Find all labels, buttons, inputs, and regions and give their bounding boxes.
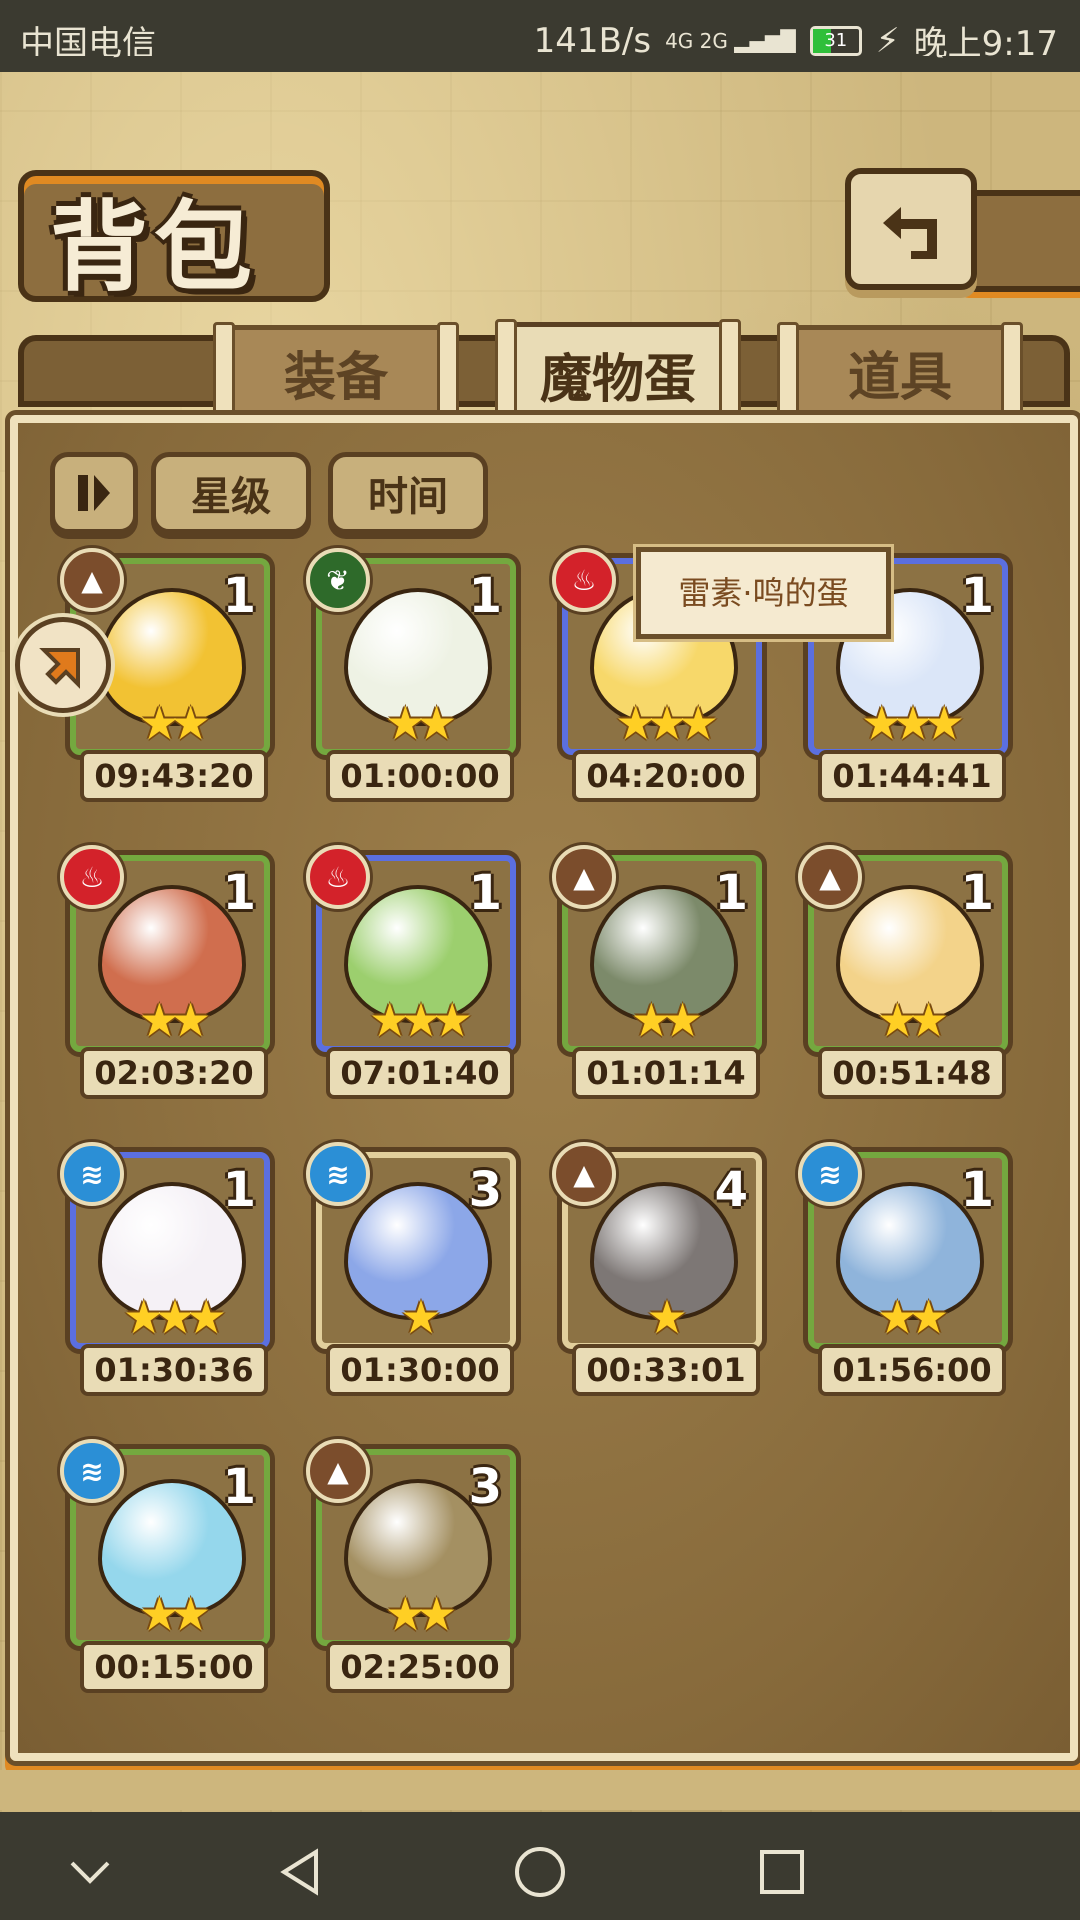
arrow-badge-icon — [39, 648, 80, 689]
side-arrow-button[interactable] — [15, 617, 111, 713]
return-arrow-icon — [883, 207, 937, 259]
tab-equipment[interactable]: 装备 — [213, 322, 459, 428]
tab-items[interactable]: 道具 — [777, 322, 1023, 428]
mountain-icon: ▲ — [552, 845, 616, 909]
hatch-timer: 09:43:20 — [80, 750, 268, 802]
hatch-timer: 02:03:20 — [80, 1047, 268, 1099]
sort-by-star-button[interactable]: 星级 — [151, 452, 311, 534]
egg-card[interactable]: ≋ 3 ★ 01:30:00 — [306, 1142, 516, 1396]
egg-card[interactable]: ♨ 1 ★★ 02:03:20 — [60, 845, 270, 1099]
egg-card[interactable]: ▲ 1 ★★ 01:01:14 — [552, 845, 762, 1099]
waves-icon: ≋ — [306, 1142, 370, 1206]
hatch-timer: 00:33:01 — [572, 1344, 760, 1396]
leaf-icon: ❦ — [306, 548, 370, 612]
egg-count: 3 — [468, 1459, 502, 1515]
mountain-icon: ▲ — [552, 1142, 616, 1206]
hatch-timer: 01:44:41 — [818, 750, 1006, 802]
hatch-timer: 04:20:00 — [572, 750, 760, 802]
charging-icon: ⚡ — [875, 20, 900, 61]
signal-icon: 4G 2G ▂▄▆█ — [665, 28, 796, 53]
egg-card[interactable]: ▲ 3 ★★ 02:25:00 — [306, 1439, 516, 1693]
star-rating: ★ — [400, 1290, 441, 1344]
hatch-timer: 01:01:14 — [572, 1047, 760, 1099]
bottom-map-strip — [0, 1770, 1080, 1810]
egg-count: 1 — [222, 568, 256, 624]
egg-card[interactable]: ▲ 1 ★★ 00:51:48 — [798, 845, 1008, 1099]
egg-count: 1 — [222, 1459, 256, 1515]
system-nav-bar — [0, 1812, 1080, 1920]
waves-icon: ≋ — [60, 1142, 124, 1206]
star-rating: ★★ — [138, 1587, 211, 1641]
egg-name-tooltip: 雷素·鸣的蛋 — [633, 544, 894, 642]
hatch-timer: 01:30:00 — [326, 1344, 514, 1396]
sort-time-label: 时间 — [368, 474, 448, 520]
star-rating: ★★ — [630, 993, 703, 1047]
egg-card[interactable]: ♨ 1 ★★★ 07:01:40 — [306, 845, 516, 1099]
waves-icon: ≋ — [798, 1142, 862, 1206]
star-rating: ★★★ — [615, 696, 719, 750]
mountain-icon: ▲ — [798, 845, 862, 909]
hatch-timer: 07:01:40 — [326, 1047, 514, 1099]
mountain-icon: ▲ — [60, 548, 124, 612]
hatch-timer: 02:25:00 — [326, 1641, 514, 1693]
chevron-down-icon[interactable] — [60, 1842, 120, 1902]
egg-card[interactable]: ≋ 1 ★★ 01:56:00 — [798, 1142, 1008, 1396]
waves-icon: ≋ — [60, 1439, 124, 1503]
tab-label: 道具 — [847, 348, 952, 408]
tab-label: 魔物蛋 — [539, 350, 696, 410]
flame-icon: ♨ — [60, 845, 124, 909]
home-circle-icon[interactable] — [510, 1842, 570, 1902]
star-rating: ★ — [646, 1290, 687, 1344]
star-rating: ★★ — [384, 696, 457, 750]
star-rating: ★★ — [138, 696, 211, 750]
egg-card[interactable]: ≋ 1 ★★ 00:15:00 — [60, 1439, 270, 1693]
star-rating: ★★ — [138, 993, 211, 1047]
back-button[interactable] — [845, 168, 977, 290]
hatch-timer: 01:56:00 — [818, 1344, 1006, 1396]
star-rating: ★★ — [384, 1587, 457, 1641]
hatch-timer: 00:51:48 — [818, 1047, 1006, 1099]
egg-count: 1 — [960, 568, 994, 624]
back-triangle-icon[interactable] — [270, 1842, 330, 1902]
sort-order-toggle[interactable] — [50, 452, 138, 534]
star-rating: ★★ — [876, 1290, 949, 1344]
hatch-timer: 00:15:00 — [80, 1641, 268, 1693]
egg-count: 1 — [222, 1162, 256, 1218]
hatch-timer: 01:00:00 — [326, 750, 514, 802]
network-type: 4G 2G — [665, 28, 728, 53]
egg-card[interactable]: ▲ 4 ★ 00:33:01 — [552, 1142, 762, 1396]
tab-label: 装备 — [283, 348, 388, 408]
page-title: 背包 — [50, 191, 259, 305]
egg-count: 1 — [468, 865, 502, 921]
egg-count: 3 — [468, 1162, 502, 1218]
mountain-icon: ▲ — [306, 1439, 370, 1503]
network-speed: 141B/s — [533, 20, 652, 61]
battery-icon: 31 — [809, 25, 862, 56]
egg-count: 1 — [960, 1162, 994, 1218]
egg-count: 1 — [222, 865, 256, 921]
egg-card[interactable]: ≋ 1 ★★★ 01:30:36 — [60, 1142, 270, 1396]
sort-by-time-button[interactable]: 时间 — [328, 452, 488, 534]
star-rating: ★★★ — [123, 1290, 227, 1344]
tab-monster-eggs[interactable]: 魔物蛋 — [495, 319, 741, 427]
flame-icon: ♨ — [306, 845, 370, 909]
egg-card[interactable]: ❦ 1 ★★ 01:00:00 — [306, 548, 516, 802]
hatch-timer: 01:30:36 — [80, 1344, 268, 1396]
star-rating: ★★★ — [369, 993, 473, 1047]
egg-count: 1 — [960, 865, 994, 921]
egg-count: 1 — [714, 865, 748, 921]
recents-square-icon[interactable] — [752, 1842, 812, 1902]
battery-level: 31 — [824, 29, 848, 51]
star-rating: ★★ — [876, 993, 949, 1047]
sort-star-label: 星级 — [191, 474, 271, 520]
flame-icon: ♨ — [552, 548, 616, 612]
star-rating: ★★★ — [861, 696, 965, 750]
egg-count: 1 — [468, 568, 502, 624]
egg-count: 4 — [714, 1162, 748, 1218]
pause-sort-icon — [78, 475, 110, 511]
